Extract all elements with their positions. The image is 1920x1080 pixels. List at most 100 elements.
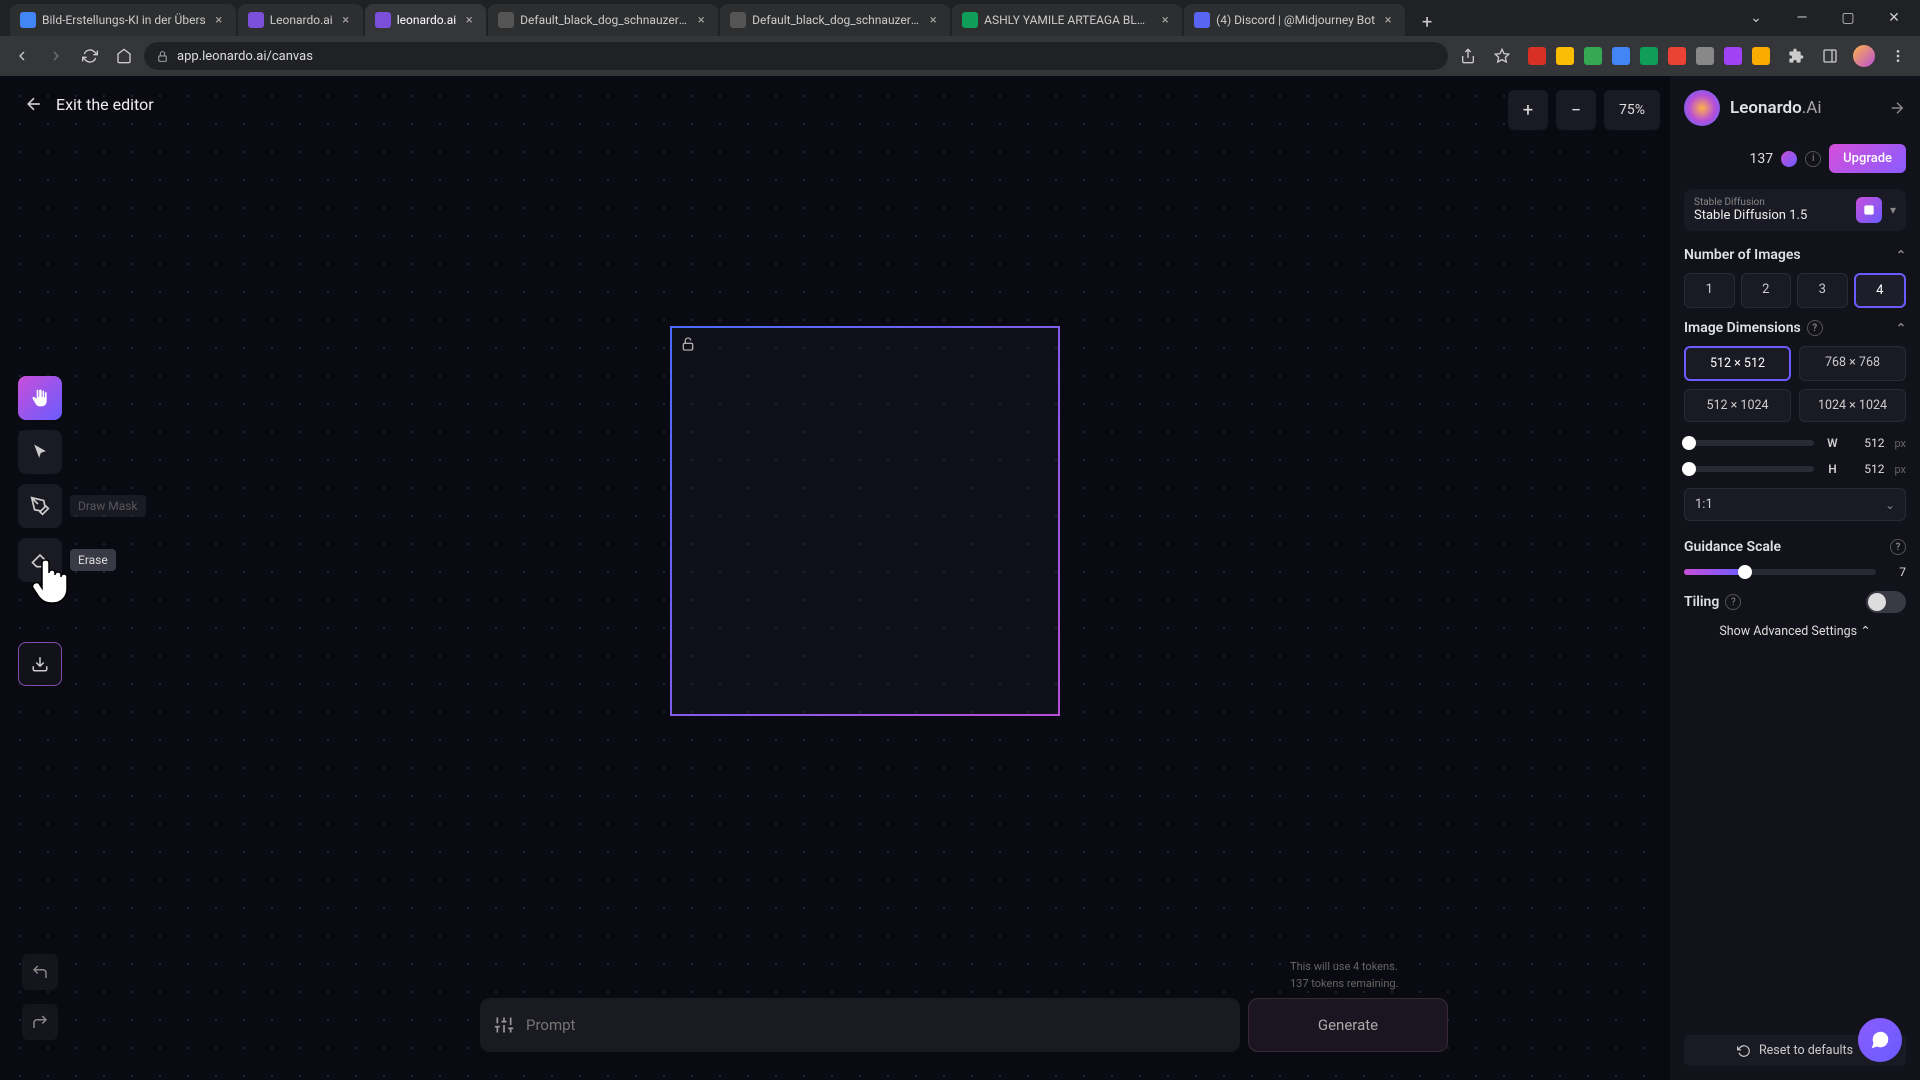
close-icon[interactable]: ×	[694, 13, 708, 27]
token-usage-info: This will use 4 tokens. 137 tokens remai…	[1290, 959, 1399, 992]
close-icon[interactable]: ×	[926, 13, 940, 27]
lock-icon	[156, 50, 169, 63]
show-advanced-link[interactable]: Show Advanced Settings ⌃	[1684, 623, 1906, 639]
dim-768x768[interactable]: 768 × 768	[1799, 346, 1906, 381]
close-icon[interactable]: ×	[339, 13, 353, 27]
chevron-up-icon: ⌃	[1896, 248, 1906, 262]
section-label: Image Dimensions	[1684, 320, 1801, 336]
star-icon[interactable]	[1488, 42, 1516, 70]
browser-tab[interactable]: (4) Discord | @Midjourney Bot×	[1184, 4, 1405, 36]
forward-button[interactable]	[42, 42, 70, 70]
extension-icon[interactable]	[1556, 47, 1574, 65]
erase-tool[interactable]: Erase	[18, 538, 62, 582]
model-name: Stable Diffusion 1.5	[1694, 208, 1848, 223]
section-dimensions[interactable]: Image Dimensions ? ⌃	[1684, 320, 1906, 336]
extension-icon[interactable]	[1752, 47, 1770, 65]
back-button[interactable]	[8, 42, 36, 70]
height-value: 512	[1850, 462, 1884, 476]
browser-tab[interactable]: Default_black_dog_schnauzer_f×	[720, 4, 950, 36]
zoom-value[interactable]: 75%	[1604, 90, 1660, 130]
back-arrow-icon[interactable]	[22, 92, 46, 116]
close-icon[interactable]: ×	[212, 13, 226, 27]
aspect-ratio-select[interactable]: 1:1 ⌄	[1684, 488, 1906, 521]
info-icon[interactable]: ?	[1890, 539, 1906, 555]
browser-tab-active[interactable]: leonardo.ai×	[365, 4, 486, 36]
guidance-slider[interactable]	[1684, 569, 1876, 575]
tokens-row: 137 i Upgrade	[1684, 144, 1906, 173]
num-images-2[interactable]: 2	[1741, 273, 1792, 308]
zoom-out-button[interactable]: −	[1556, 90, 1596, 130]
upgrade-button[interactable]: Upgrade	[1829, 144, 1906, 173]
side-panel-icon[interactable]	[1816, 42, 1844, 70]
extension-icon[interactable]	[1724, 47, 1742, 65]
undo-button[interactable]	[22, 954, 58, 990]
num-images-4[interactable]: 4	[1854, 273, 1907, 308]
model-select[interactable]: Stable Diffusion Stable Diffusion 1.5 ▾	[1684, 189, 1906, 231]
width-slider[interactable]	[1684, 440, 1814, 446]
redo-button[interactable]	[22, 1004, 58, 1040]
exit-editor-link[interactable]: Exit the editor	[56, 95, 154, 114]
info-icon[interactable]: i	[1805, 151, 1821, 167]
extension-icon[interactable]	[1668, 47, 1686, 65]
px-label: px	[1894, 437, 1906, 450]
extensions	[1522, 47, 1776, 65]
tooltip-erase: Erase	[70, 549, 116, 571]
dim-512x1024[interactable]: 512 × 1024	[1684, 389, 1791, 422]
hand-icon	[30, 388, 50, 408]
close-icon[interactable]: ×	[1158, 13, 1172, 27]
dim-1024x1024[interactable]: 1024 × 1024	[1799, 389, 1906, 422]
close-icon[interactable]: ×	[462, 13, 476, 27]
eraser-icon	[30, 550, 50, 570]
browser-tab[interactable]: Default_black_dog_schnauzer_f×	[488, 4, 718, 36]
url-field[interactable]: app.leonardo.ai/canvas	[144, 42, 1448, 70]
profile-avatar[interactable]	[1850, 42, 1878, 70]
share-icon[interactable]	[1454, 42, 1482, 70]
prompt-input[interactable]	[526, 1016, 1226, 1034]
maximize-button[interactable]: ▢	[1826, 3, 1870, 33]
select-tool[interactable]	[18, 430, 62, 474]
tiling-toggle[interactable]	[1866, 591, 1906, 613]
model-category: Stable Diffusion	[1694, 197, 1848, 208]
width-slider-row: W 512 px	[1684, 436, 1906, 450]
download-tool[interactable]	[18, 642, 62, 686]
browser-tab[interactable]: Bild-Erstellungs-KI in der Übers×	[10, 4, 236, 36]
token-icon	[1781, 151, 1797, 167]
extension-icon[interactable]	[1612, 47, 1630, 65]
new-tab-button[interactable]: +	[1413, 8, 1441, 36]
height-slider[interactable]	[1684, 466, 1814, 472]
menu-icon[interactable]	[1884, 42, 1912, 70]
section-num-images[interactable]: Number of Images ⌃	[1684, 247, 1906, 263]
sliders-icon[interactable]	[494, 1015, 514, 1035]
app-root: Exit the editor + − 75% Draw Mask Erase	[0, 76, 1920, 1080]
dim-512x512[interactable]: 512 × 512	[1684, 346, 1791, 381]
zoom-controls: + − 75%	[1508, 90, 1660, 130]
close-icon[interactable]: ×	[1381, 13, 1395, 27]
tab-favicon	[375, 12, 391, 28]
browser-tab[interactable]: Leonardo.ai×	[238, 4, 363, 36]
home-button[interactable]	[110, 42, 138, 70]
extension-icon[interactable]	[1584, 47, 1602, 65]
minimize-button[interactable]: ―	[1780, 3, 1824, 33]
lock-icon[interactable]	[680, 336, 696, 352]
close-window-button[interactable]: ✕	[1872, 3, 1916, 33]
px-label: px	[1894, 463, 1906, 476]
draw-mask-tool[interactable]: Draw Mask	[18, 484, 62, 528]
model-text: Stable Diffusion Stable Diffusion 1.5	[1694, 197, 1848, 223]
info-icon[interactable]: ?	[1807, 320, 1823, 336]
reload-button[interactable]	[76, 42, 104, 70]
generate-button[interactable]: Generate	[1248, 998, 1448, 1052]
extensions-icon[interactable]	[1782, 42, 1810, 70]
extension-icon[interactable]	[1640, 47, 1658, 65]
browser-tab[interactable]: ASHLY YAMILE ARTEAGA BLAN×	[952, 4, 1182, 36]
chat-bubble-button[interactable]	[1858, 1018, 1902, 1062]
chevron-down-icon[interactable]: ⌄	[1734, 3, 1778, 33]
extension-icon[interactable]	[1696, 47, 1714, 65]
num-images-3[interactable]: 3	[1797, 273, 1848, 308]
num-images-1[interactable]: 1	[1684, 273, 1735, 308]
generation-frame[interactable]	[670, 326, 1060, 716]
pan-tool[interactable]	[18, 376, 62, 420]
info-icon[interactable]: ?	[1725, 594, 1741, 610]
extension-icon[interactable]	[1528, 47, 1546, 65]
zoom-in-button[interactable]: +	[1508, 90, 1548, 130]
collapse-panel-icon[interactable]	[1888, 99, 1906, 117]
